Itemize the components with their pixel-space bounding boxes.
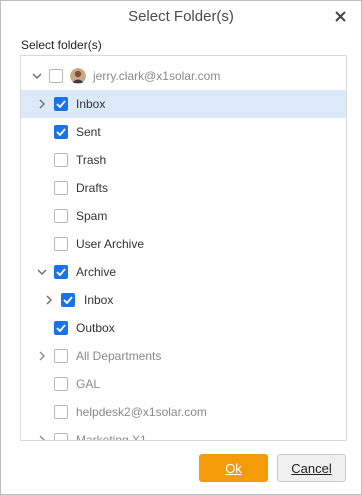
close-icon[interactable] <box>331 5 349 27</box>
tree-label-outbox: Outbox <box>76 321 115 335</box>
chevron-down-icon[interactable] <box>36 264 48 280</box>
folder-tree: jerry.clark@x1solar.com Inbox Sent Trash <box>20 55 347 441</box>
user-avatar-icon <box>70 68 86 84</box>
checkbox-trash[interactable] <box>54 153 68 167</box>
ok-button[interactable]: Ok <box>199 454 268 482</box>
select-folders-dialog: Select Folder(s) Select folder(s) jerry.… <box>0 0 362 495</box>
checkbox-archive[interactable] <box>54 265 68 279</box>
checkbox-archive-inbox[interactable] <box>61 293 75 307</box>
chevron-right-icon[interactable] <box>36 432 48 440</box>
dialog-title: Select Folder(s) <box>128 8 234 25</box>
checkbox-spam[interactable] <box>54 209 68 223</box>
tree-row-helpdesk2[interactable]: helpdesk2@x1solar.com <box>21 398 346 426</box>
tree-label-spam: Spam <box>76 209 108 223</box>
chevron-right-icon[interactable] <box>36 348 48 364</box>
tree-label-user-archive: User Archive <box>76 237 145 251</box>
tree-label-inbox: Inbox <box>76 97 106 111</box>
tree-row-inbox[interactable]: Inbox <box>21 90 346 118</box>
tree-row-gal[interactable]: GAL <box>21 370 346 398</box>
checkbox-drafts[interactable] <box>54 181 68 195</box>
checkbox-outbox[interactable] <box>54 321 68 335</box>
tree-label-marketing-x1: Marketing X1 <box>76 433 147 441</box>
tree-row-user-archive[interactable]: User Archive <box>21 230 346 258</box>
checkbox-account[interactable] <box>49 69 63 83</box>
checkbox-inbox[interactable] <box>54 97 68 111</box>
tree-label-archive-inbox: Inbox <box>84 293 114 307</box>
tree-label-all-departments: All Departments <box>76 349 162 363</box>
tree-label-trash: Trash <box>76 153 107 167</box>
chevron-right-icon[interactable] <box>36 96 48 112</box>
checkbox-helpdesk2[interactable] <box>54 405 68 419</box>
tree-row-outbox[interactable]: Outbox <box>21 314 346 342</box>
checkbox-all-departments[interactable] <box>54 349 68 363</box>
cancel-button[interactable]: Cancel <box>277 454 346 482</box>
chevron-down-icon[interactable] <box>31 68 43 84</box>
tree-row-account: jerry.clark@x1solar.com <box>21 62 346 90</box>
select-folders-label: Select folder(s) <box>21 38 102 52</box>
checkbox-marketing-x1[interactable] <box>54 433 68 440</box>
checkbox-sent[interactable] <box>54 125 68 139</box>
tree-label-archive: Archive <box>76 265 117 279</box>
tree-row-archive[interactable]: Archive <box>21 258 346 286</box>
tree-row-archive-inbox[interactable]: Inbox <box>21 286 346 314</box>
ok-button-label: Ok <box>225 460 242 476</box>
tree-row-trash[interactable]: Trash <box>21 146 346 174</box>
tree-row-all-departments[interactable]: All Departments <box>21 342 346 370</box>
cancel-button-label: Cancel <box>291 460 332 476</box>
checkbox-user-archive[interactable] <box>54 237 68 251</box>
checkbox-gal[interactable] <box>54 377 68 391</box>
tree-label-gal: GAL <box>76 377 101 391</box>
tree-row-marketing-x1[interactable]: Marketing X1 <box>21 426 346 441</box>
tree-row-sent[interactable]: Sent <box>21 118 346 146</box>
tree-label-helpdesk2: helpdesk2@x1solar.com <box>76 405 207 419</box>
tree-row-spam[interactable]: Spam <box>21 202 346 230</box>
tree-row-drafts[interactable]: Drafts <box>21 174 346 202</box>
tree-label-drafts: Drafts <box>76 181 109 195</box>
tree-label-account: jerry.clark@x1solar.com <box>93 69 221 83</box>
chevron-right-icon[interactable] <box>43 292 55 308</box>
tree-label-sent: Sent <box>76 125 101 139</box>
